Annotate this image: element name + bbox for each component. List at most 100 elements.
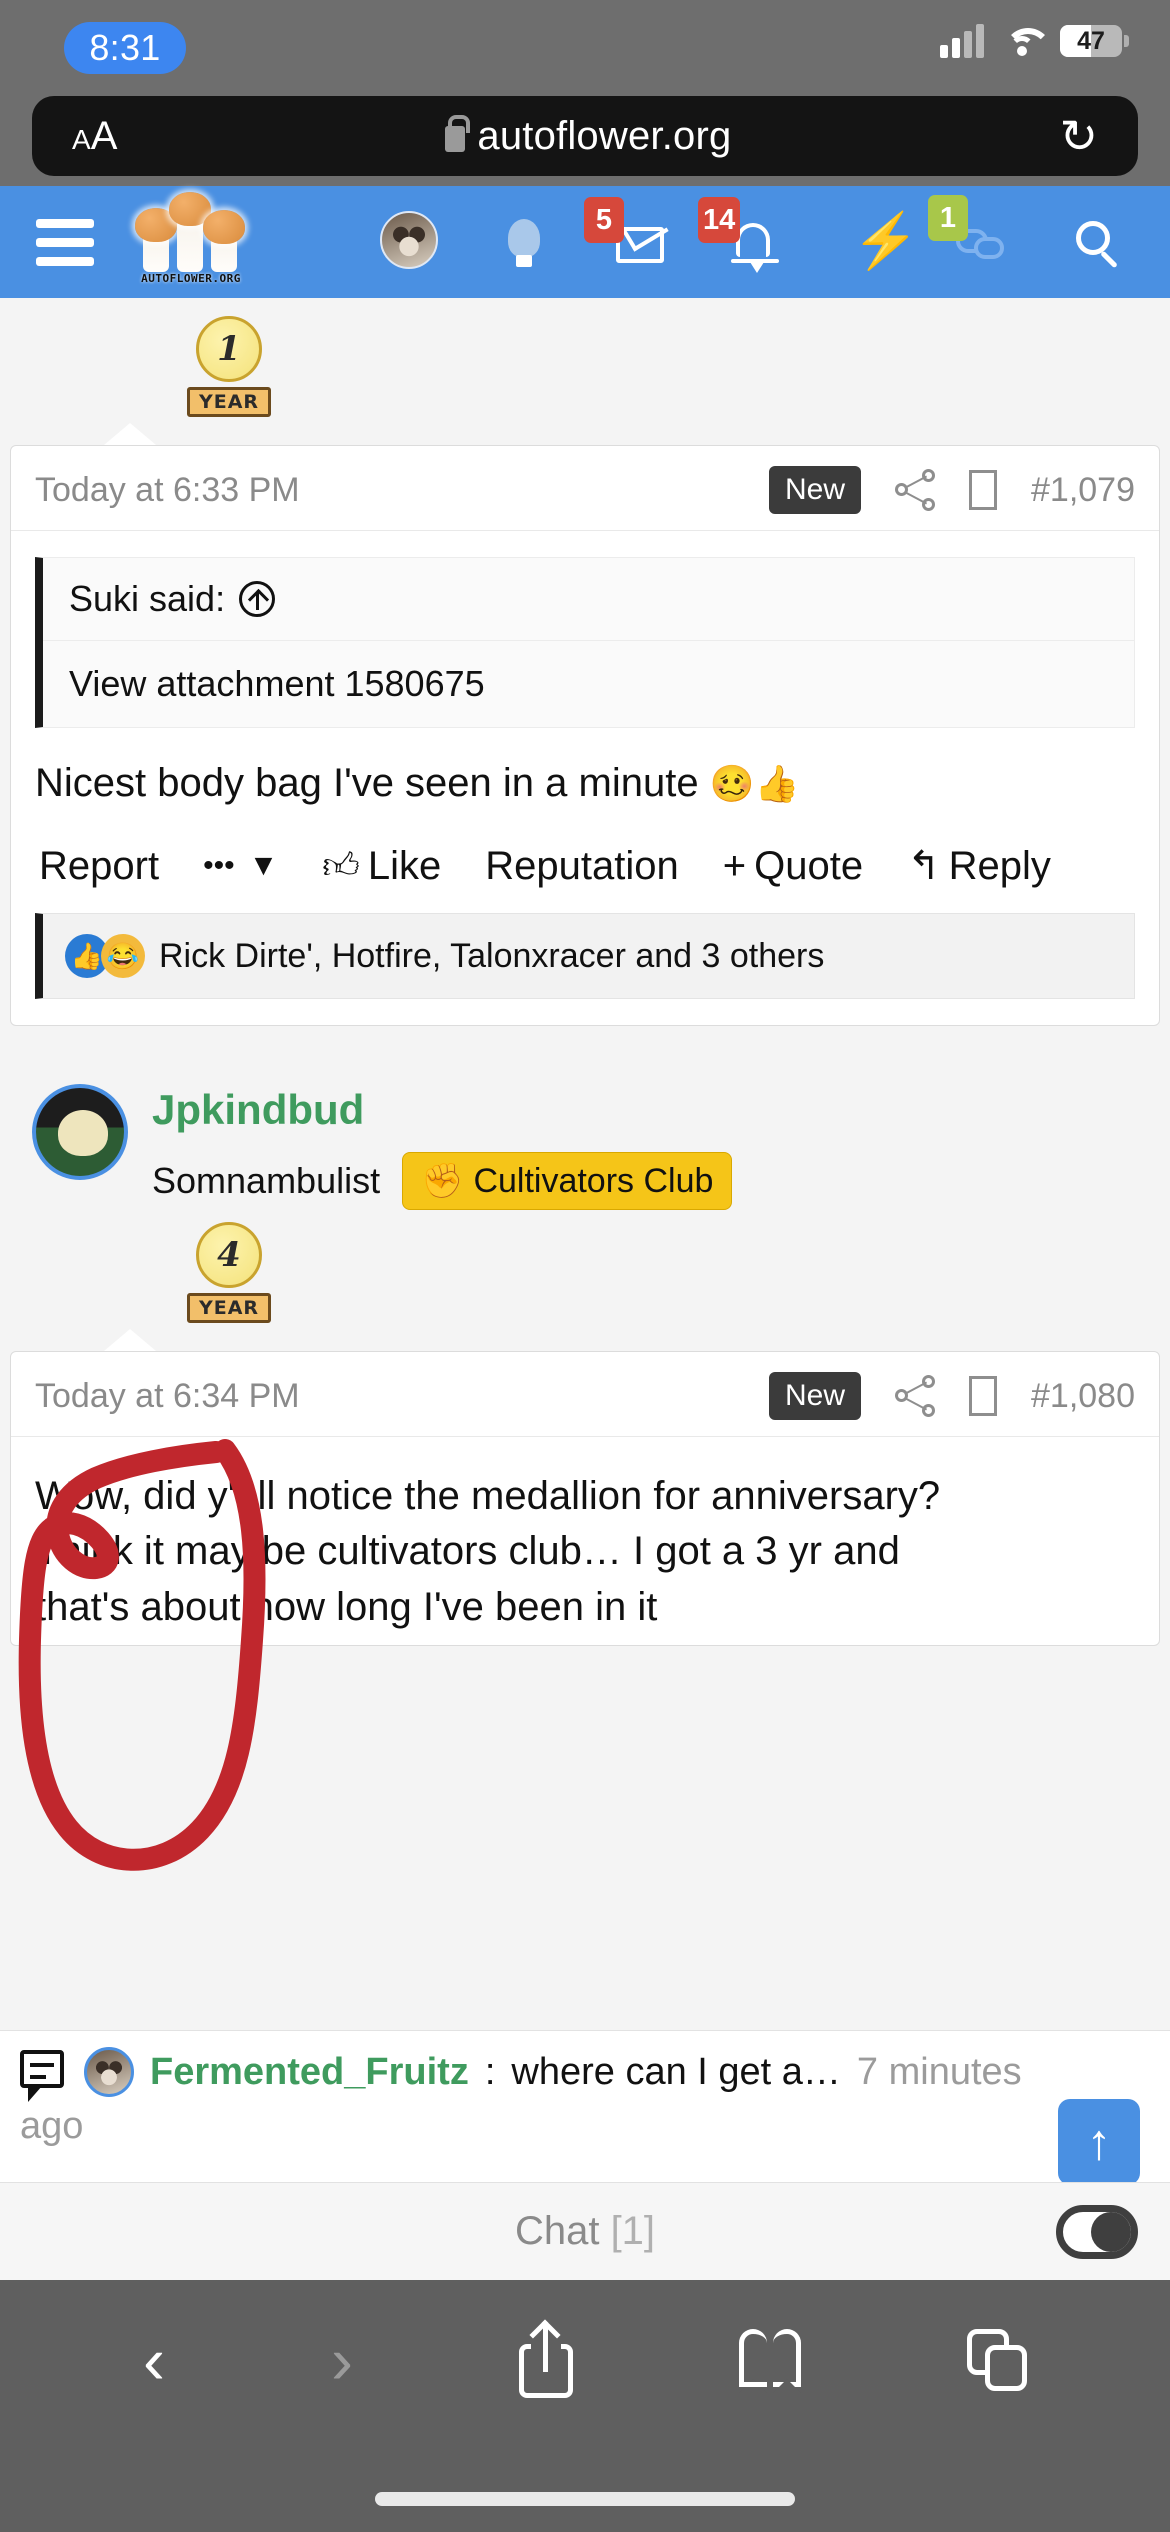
post-header-actions: New #1,080 [768,1372,1135,1421]
thread-content[interactable]: 1 YEAR Today at 6:33 PM New #1,079 Suki … [0,298,1170,2250]
lock-icon [445,115,471,152]
medal-ribbon-label: YEAR [187,1293,271,1324]
avatar-icon [380,211,438,269]
post-number[interactable]: #1,079 [1031,471,1135,510]
post-1080-medals: 4 YEAR [0,1210,1170,1329]
battery-level: 47 [1077,26,1105,55]
post-body-emoji: 🥴👍 [709,763,800,804]
post-date[interactable]: Today at 6:33 PM [35,471,300,510]
share-icon[interactable] [895,469,935,511]
chat-footer-bar[interactable]: Chat [1] [0,2182,1170,2280]
chat-username[interactable]: Fermented_Fruitz [150,2051,469,2094]
reload-icon[interactable]: ↻ [1059,113,1098,159]
status-indicators: 47 [940,24,1129,58]
post-body-text: Nicest body bag I've seen in a minute [35,761,699,805]
nav-item-quick-actions[interactable]: ⚡ [836,211,920,273]
chat-footer-label[interactable]: Chat [1] [515,2209,655,2254]
nav-item-search[interactable] [1064,211,1126,273]
post-header-actions: New #1,079 [768,466,1135,514]
quote-body[interactable]: View attachment 1580675 [43,641,1134,727]
wifi-icon [1002,26,1042,56]
ios-status-bar: 8:31 47 [0,0,1170,92]
nav-item-chat[interactable]: 1 [928,195,1012,273]
avatar[interactable] [32,1084,128,1181]
url-display[interactable]: autoflower.org [117,114,1059,159]
bookmark-icon[interactable] [969,470,997,510]
browser-bottom-toolbar: ‹ › [0,2280,1170,2532]
forward-button: › [330,2323,353,2397]
reaction-names[interactable]: Rick Dirte', Hotfire, Talonxracer and 3 … [159,937,824,976]
nav-item-alerts[interactable]: 14 [698,197,784,273]
post-1079-body: Nicest body bag I've seen in a minute 🥴👍 [11,728,1159,821]
post-body-line: Think it may be cultivators club… I got … [35,1529,900,1574]
quote-author-label: Suki said: [69,578,226,619]
share-icon[interactable] [518,2319,573,2398]
bell-icon [731,223,779,273]
reply-label: Reply [948,843,1051,888]
alerts-badge: 14 [698,197,741,243]
post-date[interactable]: Today at 6:34 PM [35,1377,300,1416]
like-button[interactable]: 👍︎ Like [322,844,441,889]
quote-block: Suki said: View attachment 1580675 [35,557,1135,728]
report-button[interactable]: Report [39,844,159,889]
post-1079: 1 YEAR Today at 6:33 PM New #1,079 Suki … [0,298,1170,1027]
scroll-to-top-button[interactable]: ↑ [1058,2099,1140,2185]
medal-year-number: 4 [196,1222,262,1289]
reputation-button[interactable]: Reputation [485,844,678,889]
more-options-button[interactable]: ••• ▼ [203,849,278,883]
share-icon[interactable] [895,1375,935,1418]
author-meta: Jpkindbud Somnambulist ✊ Cultivators Clu… [152,1084,733,1211]
post-number[interactable]: #1,080 [1031,1377,1135,1416]
post-body-line: Wow, did y'all notice the medallion for … [35,1474,941,1519]
chat-separator: : [484,2050,496,2093]
tabs-icon[interactable] [966,2329,1027,2391]
medal-ribbon-label: YEAR [187,387,271,417]
post-1080-card: Today at 6:34 PM New #1,080 Wow, did y'a… [10,1351,1160,1646]
author-username[interactable]: Jpkindbud [152,1086,732,1134]
site-logo-text: AUTOFLOWER.ORG [141,272,241,285]
quote-label: Quote [754,843,864,888]
quote-button[interactable]: + Quote [723,844,863,889]
chat-notification-line[interactable]: Fermented_Fruitz : where can I get a… 7 … [0,2031,1170,2102]
back-button[interactable]: ‹ [143,2327,165,2393]
site-logo[interactable]: AUTOFLOWER.ORG [135,192,246,285]
browser-address-bar[interactable]: AA autoflower.org ↻ [32,96,1138,176]
lightning-bolt-icon: ⚡ [852,211,920,271]
phone-screen: 8:31 47 AA autoflower.org ↻ AUTOFLOWER.O… [0,0,1170,2532]
club-badge[interactable]: ✊ Cultivators Club [402,1152,733,1211]
toggle-switch-icon[interactable] [1056,2205,1138,2259]
quote-attribution[interactable]: Suki said: [43,558,1134,641]
nav-item-inbox[interactable]: 5 [584,197,670,273]
plus-icon: + [722,843,747,888]
anniversary-medal-icon[interactable]: 1 YEAR [176,316,282,417]
anniversary-medal-icon[interactable]: 4 YEAR [176,1222,282,1324]
chat-count: [1] [610,2209,656,2253]
jump-to-post-icon[interactable] [239,581,276,617]
post-1080-body: Wow, did y'all notice the medallion for … [11,1437,1159,1645]
chat-timestamp: 7 minutes [856,2050,1022,2093]
post-1079-reactions[interactable]: 👍 😂 Rick Dirte', Hotfire, Talonxracer an… [35,913,1135,1000]
author-title: Somnambulist [152,1160,381,1202]
bookmark-icon[interactable] [969,1376,997,1417]
chat-label-text: Chat [514,2209,600,2253]
avatar[interactable] [84,2047,134,2097]
chevron-down-icon: ▼ [248,849,279,883]
cellular-signal-icon [940,24,984,58]
nav-item-whats-new[interactable] [494,211,556,273]
post-1080: Jpkindbud Somnambulist ✊ Cultivators Clu… [0,1056,1170,1646]
nav-item-user-avatar[interactable] [380,211,442,273]
chat-badge: 1 [928,195,968,241]
book-icon[interactable] [738,2329,801,2393]
post-1079-actions: Report ••• ▼ 👍︎ Like Reputation + Quote [11,821,1159,913]
inbox-badge: 5 [584,197,624,243]
toolbar-icons: ‹ › [0,2280,1170,2398]
text-size-button[interactable]: AA [72,114,117,159]
chat-notification-bar[interactable]: Fermented_Fruitz : where can I get a… 7 … [0,2030,1170,2185]
reply-button[interactable]: ↰ Reply [907,843,1051,889]
hamburger-menu-icon[interactable] [36,209,94,276]
thumbs-up-icon: 👍︎ [322,845,360,887]
post-1080-header: Today at 6:34 PM New #1,080 [11,1352,1159,1438]
status-time: 8:31 [64,22,186,74]
raised-fist-icon: ✊ [421,1162,464,1201]
post-1079-card: Today at 6:33 PM New #1,079 Suki said: V… [10,445,1160,1027]
